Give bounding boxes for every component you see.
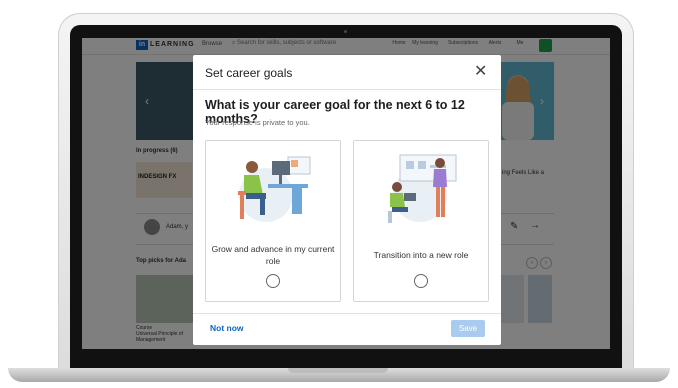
laptop-screen: in LEARNING Browse ⌕ Search for skills, … [82, 38, 610, 349]
option-radio[interactable] [266, 274, 280, 288]
option-radio[interactable] [414, 274, 428, 288]
person-at-desk-illustration [238, 156, 311, 222]
save-button[interactable]: Save [451, 320, 485, 337]
dialog-title: Set career goals [205, 66, 293, 80]
privacy-note: Your response is private to you. [205, 118, 310, 127]
team-meeting-illustration [388, 154, 457, 223]
laptop-base-notch [288, 368, 388, 373]
option-label: Transition into a new role [373, 250, 469, 260]
option-grow-current-role[interactable]: Grow and advance in my current role [205, 140, 341, 302]
webcam [344, 30, 347, 33]
option-new-role[interactable]: Transition into a new role [353, 140, 489, 302]
not-now-button[interactable]: Not now [210, 323, 244, 333]
close-icon[interactable]: ✕ [474, 61, 487, 81]
option-label: Grow and advance in my current role [211, 244, 335, 266]
career-goals-dialog: Set career goals ✕ What is your career g… [193, 55, 501, 345]
